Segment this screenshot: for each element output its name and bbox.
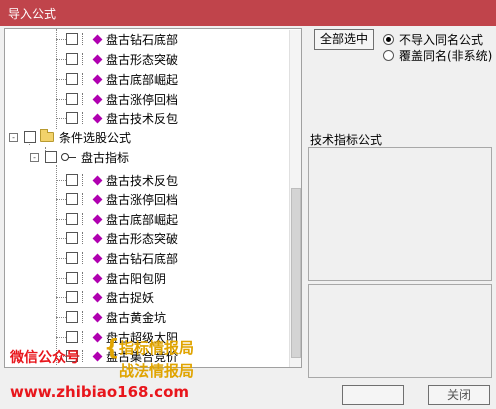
radio-button[interactable] (383, 50, 394, 61)
formula-diamond-icon (92, 351, 103, 361)
formula-diamond-icon (92, 312, 103, 322)
tree-scrollbar[interactable] (289, 30, 301, 367)
tree-item-label: 盘古钻石底部 (106, 251, 179, 266)
tree-item-label: 盘古黄金坑 (106, 310, 167, 325)
watermark-wechat: 微信公众号 (10, 350, 80, 366)
tree-item-label: 盘古形态突破 (106, 52, 179, 67)
item-checkbox[interactable] (66, 174, 78, 186)
formula-diamond-icon (92, 253, 103, 263)
tree-group-label: 条件选股公式 (59, 130, 132, 145)
item-checkbox[interactable] (66, 73, 78, 85)
scroll-thumb[interactable] (291, 188, 301, 358)
formula-diamond-icon (92, 292, 103, 302)
group-checkbox[interactable] (24, 131, 36, 143)
item-checkbox[interactable] (66, 213, 78, 225)
formula-diamond-icon (92, 175, 103, 185)
tree-item[interactable]: 盘古涨停回档 (66, 190, 178, 208)
item-checkbox[interactable] (66, 252, 78, 264)
tree-item[interactable]: 盘古钻石底部 (66, 249, 178, 267)
formula-tree[interactable]: 盘古钻石底部 盘古形态突破 盘古底部崛起 盘古涨停回档 盘古技术反包 - 条件选… (4, 28, 302, 368)
watermark-bracket: { (104, 336, 120, 361)
tree-item[interactable]: 盘古技术反包 (66, 109, 178, 127)
title-bar: 导入公式 (0, 0, 496, 26)
radio-label: 覆盖同名(非系统) (399, 49, 493, 63)
tree-item-label: 盘古技术反包 (106, 111, 179, 126)
tree-item-label: 盘古涨停回档 (106, 92, 179, 107)
folder-icon (40, 129, 54, 142)
formula-diamond-icon (92, 332, 103, 342)
close-button[interactable]: 关闭 (428, 385, 490, 405)
item-checkbox[interactable] (66, 93, 78, 105)
subgroup-checkbox[interactable] (45, 151, 57, 163)
tree-item-label: 盘古捉妖 (106, 290, 155, 305)
item-checkbox[interactable] (66, 112, 78, 124)
formula-diamond-icon (92, 94, 103, 104)
section-label-tech-formula: 技术指标公式 (310, 133, 383, 147)
tree-item-label: 盘古涨停回档 (106, 192, 179, 207)
collapse-toggle[interactable]: - (9, 132, 18, 142)
item-checkbox[interactable] (66, 311, 78, 323)
item-checkbox[interactable] (66, 193, 78, 205)
formula-diamond-icon (92, 273, 103, 283)
tree-item-label: 盘古形态突破 (106, 231, 179, 246)
tree-item-label: 盘古底部崛起 (106, 72, 179, 87)
confirm-button[interactable] (342, 385, 404, 405)
formula-diamond-icon (92, 74, 103, 84)
radio-button[interactable] (383, 34, 394, 45)
formula-diamond-icon (92, 54, 103, 64)
tree-item[interactable]: 盘古捉妖 (66, 288, 154, 306)
watermark-brand-bottom: 战法情报局 (119, 362, 195, 380)
tree-item[interactable]: 盘古底部崛起 (66, 70, 178, 88)
formula-diamond-icon (92, 214, 103, 224)
tree-item[interactable]: 盘古钻石底部 (66, 30, 178, 48)
formula-diamond-icon (92, 233, 103, 243)
item-checkbox[interactable] (66, 291, 78, 303)
tree-item-label: 盘古技术反包 (106, 173, 179, 188)
import-formula-dialog: 导入公式 盘古钻石底部 盘古形态突破 盘古底部崛起 盘古涨停回档 盘古技术反包 … (0, 0, 496, 409)
formula-detail-box (308, 284, 492, 378)
watermark-url: www.zhibiao168.com (10, 383, 190, 401)
item-checkbox[interactable] (66, 331, 78, 343)
tree-item[interactable]: 盘古底部崛起 (66, 210, 178, 228)
tree-item-label: 盘古阳包阴 (106, 271, 167, 286)
formula-diamond-icon (92, 113, 103, 123)
tree-item[interactable]: 盘古涨停回档 (66, 90, 178, 108)
select-all-button[interactable]: 全部选中 (314, 29, 374, 50)
tree-subgroup-label: 盘古指标 (81, 150, 130, 165)
formula-diamond-icon (92, 194, 103, 204)
tree-item-label: 盘古底部崛起 (106, 212, 179, 227)
item-checkbox[interactable] (66, 272, 78, 284)
tree-item[interactable]: 盘古技术反包 (66, 171, 178, 189)
tree-item[interactable]: 盘古形态突破 (66, 229, 178, 247)
window-title: 导入公式 (8, 7, 57, 21)
tree-item[interactable]: 盘古形态突破 (66, 50, 178, 68)
key-icon (61, 153, 77, 161)
tree-item[interactable]: 盘古黄金坑 (66, 308, 166, 326)
radio-overwrite[interactable]: 覆盖同名(非系统) (383, 47, 492, 64)
radio-label: 不导入同名公式 (399, 33, 484, 47)
tree-subgroup-pangu[interactable]: - 盘古指标 (30, 148, 129, 166)
tree-item-label: 盘古钻石底部 (106, 32, 179, 47)
watermark-brand-top: 指标情报局 (119, 339, 195, 357)
item-checkbox[interactable] (66, 33, 78, 45)
tree-group-condition[interactable]: - 条件选股公式 (9, 128, 131, 146)
item-checkbox[interactable] (66, 53, 78, 65)
radio-skip-duplicates[interactable]: 不导入同名公式 (383, 31, 483, 48)
item-checkbox[interactable] (66, 232, 78, 244)
formula-diamond-icon (92, 34, 103, 44)
tree-item[interactable]: 盘古阳包阴 (66, 269, 166, 287)
collapse-toggle[interactable]: - (30, 152, 39, 162)
formula-info-box (308, 147, 492, 281)
